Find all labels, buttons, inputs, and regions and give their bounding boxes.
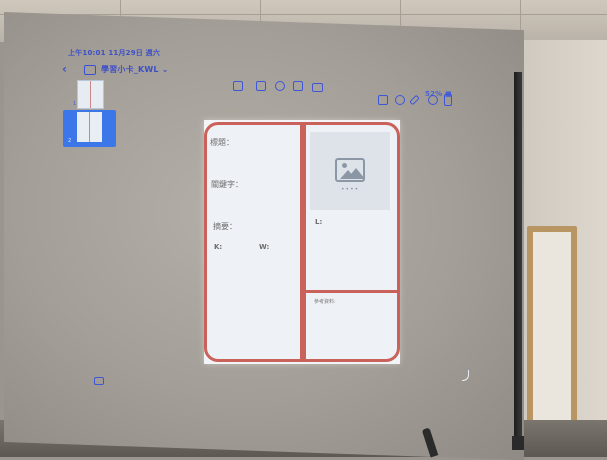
- document-title[interactable]: 學習小卡_KWL ⌄: [101, 64, 169, 75]
- thumbnail-number: 1: [73, 101, 77, 107]
- shape-icon[interactable]: [275, 81, 285, 91]
- reference-label: 參考資料:: [314, 299, 336, 305]
- page-thumbnail-selected[interactable]: [77, 112, 102, 142]
- left-panel[interactable]: [204, 122, 303, 362]
- screen-stand-pole: [514, 72, 522, 446]
- grid-icon[interactable]: [256, 81, 266, 91]
- comment-icon[interactable]: [312, 83, 323, 92]
- page-thumbnail[interactable]: [77, 80, 104, 109]
- screen-stand-foot: [512, 436, 524, 450]
- keywords-label: 關鍵字：: [211, 180, 243, 189]
- mountain-shape: [347, 168, 365, 179]
- status-time: 上午10:01 11月29日 週六: [68, 49, 161, 57]
- thumbnail-number: 2: [68, 138, 72, 144]
- image-caption-dots: ••••: [341, 186, 360, 193]
- panel-divider: [306, 290, 399, 293]
- sidebar-icon[interactable]: [84, 65, 96, 75]
- format-icon[interactable]: [395, 95, 405, 105]
- l-label: L:: [315, 218, 323, 226]
- keyboard-icon[interactable]: [94, 377, 104, 385]
- more-icon[interactable]: [428, 95, 438, 105]
- chevron-left-icon[interactable]: ‹: [62, 62, 67, 76]
- k-label: K:: [214, 243, 223, 251]
- w-label: W:: [259, 243, 270, 251]
- image-icon: [335, 158, 365, 182]
- thumbnail-divider: [89, 112, 90, 142]
- door-panel: [533, 232, 571, 432]
- media-icon[interactable]: [233, 81, 243, 91]
- share-icon[interactable]: [378, 95, 388, 105]
- copy-icon[interactable]: [293, 81, 303, 91]
- title-label: 標題：: [210, 138, 234, 147]
- page-icon[interactable]: [444, 94, 452, 106]
- thumbnail-divider: [90, 81, 91, 108]
- summary-label: 摘要：: [213, 222, 237, 231]
